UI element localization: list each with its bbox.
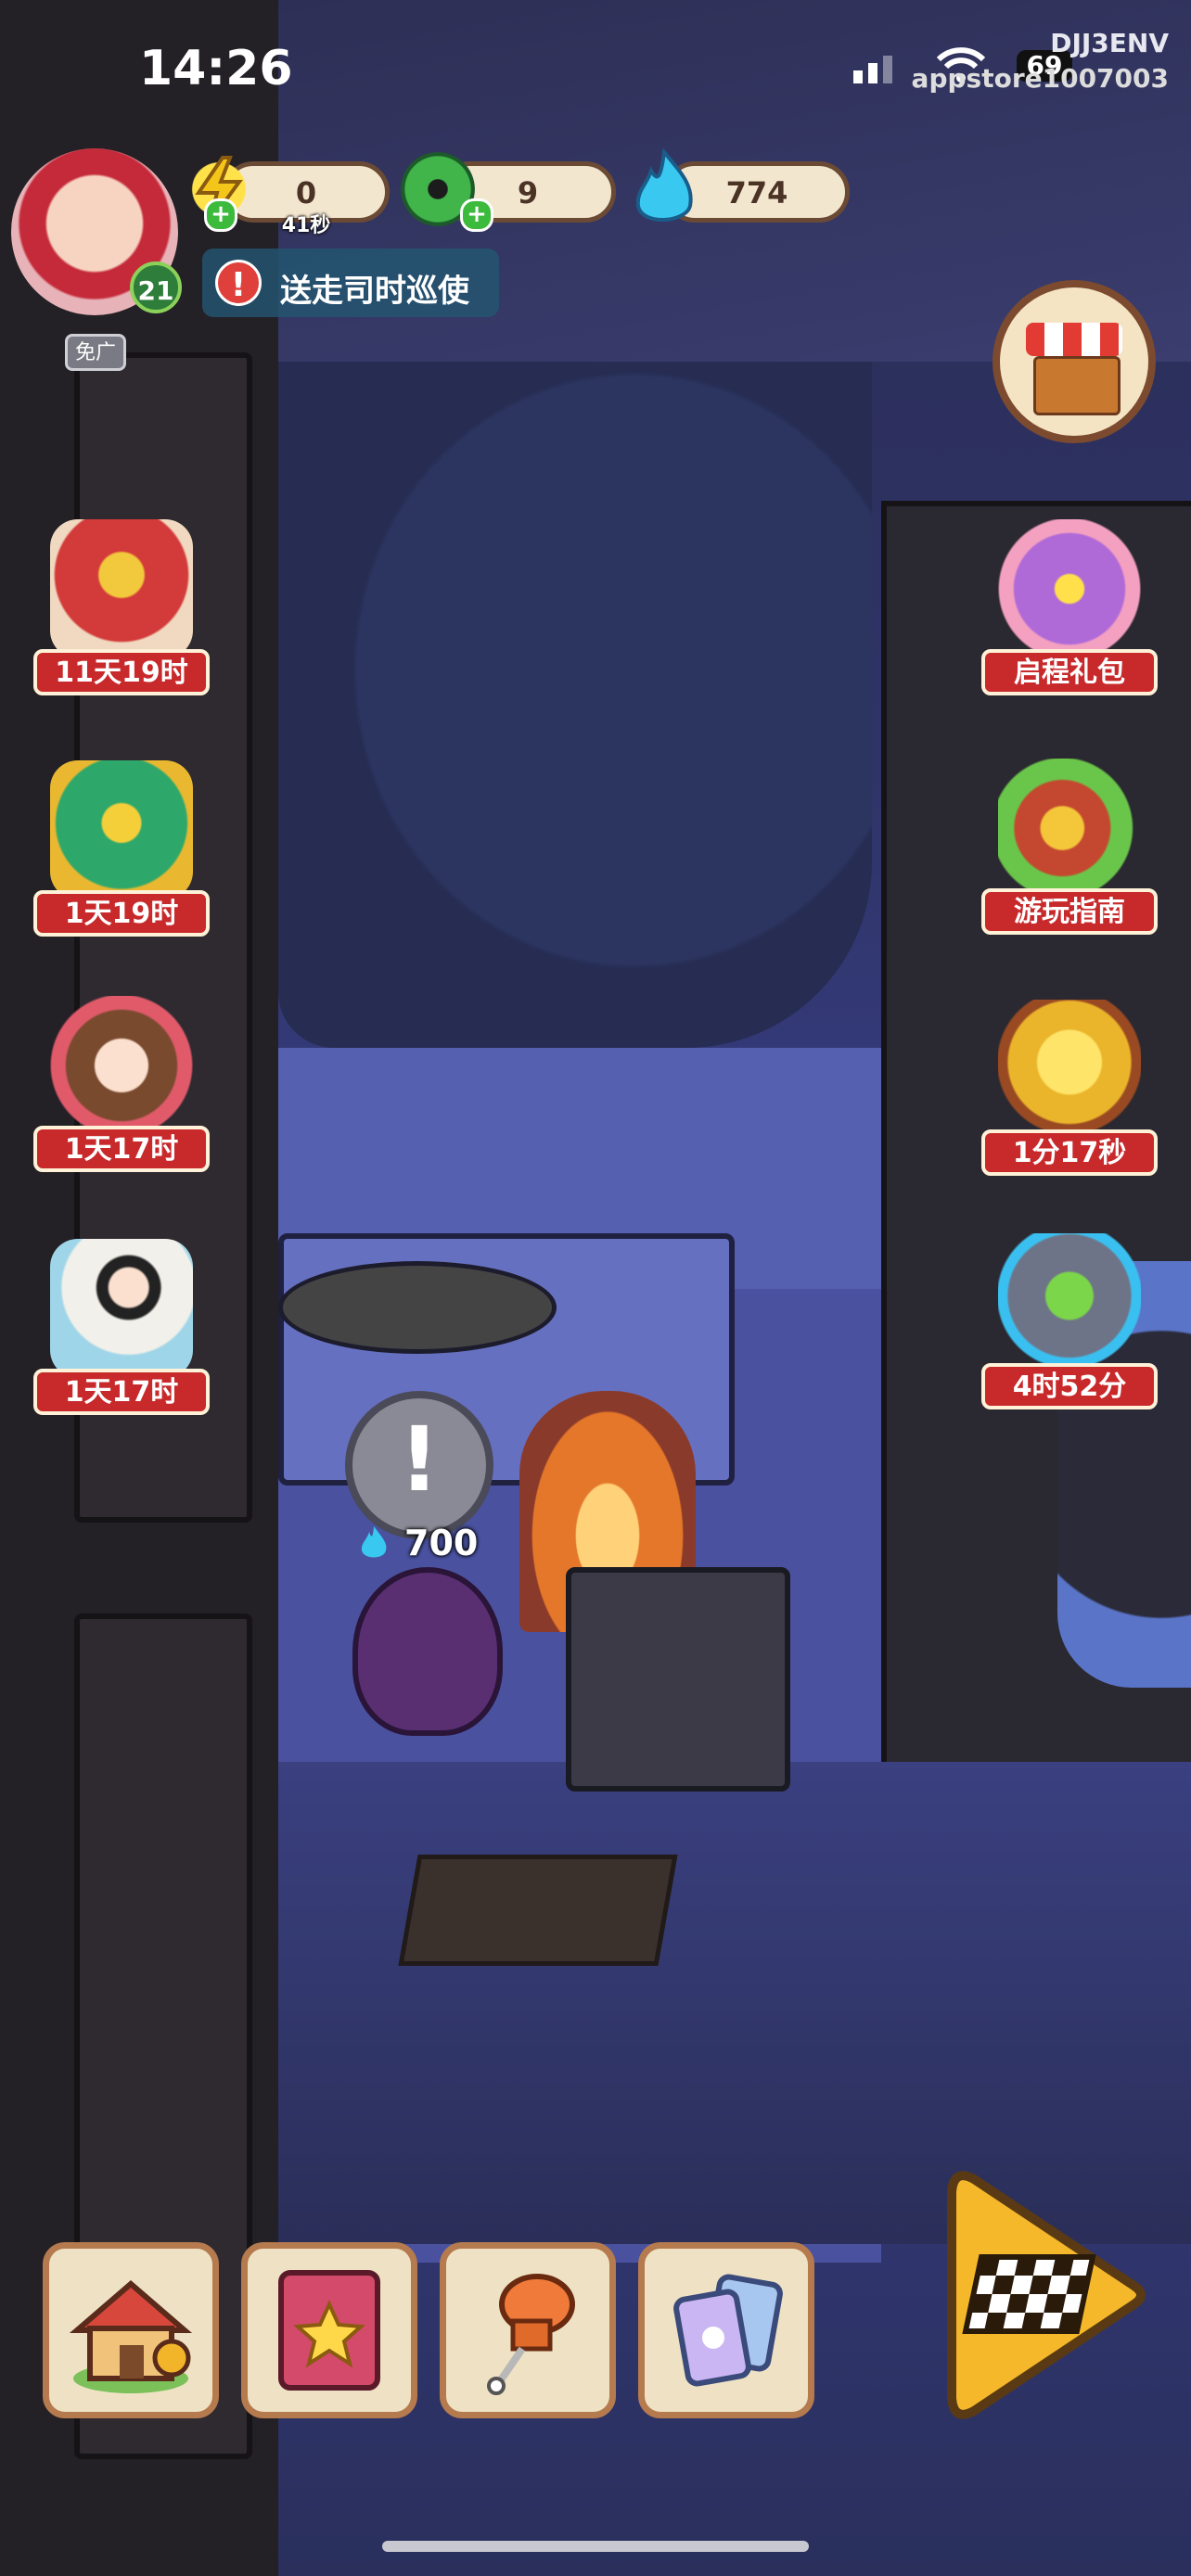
treasure-guide-icon xyxy=(998,759,1141,898)
girl-character-icon xyxy=(50,996,193,1135)
player-level-badge: 21 xyxy=(130,261,182,313)
left-event-3[interactable]: 1天17时 xyxy=(33,996,210,1172)
shop-button[interactable] xyxy=(992,280,1156,443)
floor-grate xyxy=(398,1855,678,1966)
carrier-line2: appstore1007003 xyxy=(911,63,1169,94)
play-board-button[interactable] xyxy=(937,2161,1150,2429)
quest-text: 送走司时巡使 xyxy=(280,273,469,310)
right-event-2[interactable]: 游玩指南 xyxy=(981,759,1158,935)
star-book-icon xyxy=(278,2270,380,2391)
right-event-3[interactable]: 1分17秒 xyxy=(981,1000,1158,1176)
home-button[interactable] xyxy=(43,2242,219,2418)
carrier-line1: DJJ3ENV xyxy=(1050,28,1169,58)
right-event-4[interactable]: 4时52分 xyxy=(981,1233,1158,1409)
orange-pin-icon xyxy=(487,2274,575,2395)
signal-icon xyxy=(853,56,898,83)
left-event-4[interactable]: 1天17时 xyxy=(33,1239,210,1415)
reward-flame-icon xyxy=(358,1524,390,1565)
pin-button[interactable] xyxy=(440,2242,616,2418)
left-event-2-timer: 1天19时 xyxy=(33,890,210,937)
right-event-1-label: 启程礼包 xyxy=(981,649,1158,695)
status-bar: 14:26 69 DJJ3ENV appstore1007003 xyxy=(0,0,1191,139)
teapot xyxy=(352,1567,503,1736)
boy-character-icon xyxy=(50,1239,193,1378)
shop-stall-icon xyxy=(1033,356,1121,415)
left-event-2[interactable]: 1天19时 xyxy=(33,760,210,937)
reward-value: 700 xyxy=(404,1523,479,1563)
right-event-4-timer: 4时52分 xyxy=(981,1363,1158,1409)
quest-banner[interactable]: ! 送走司时巡使 xyxy=(202,249,499,317)
gift-box-icon xyxy=(998,519,1141,658)
gold-chest-icon xyxy=(998,1000,1141,1139)
jade-plus-button[interactable]: + xyxy=(460,198,493,232)
exclamation-icon: ! xyxy=(399,1408,440,1511)
energy-plus-button[interactable]: + xyxy=(204,198,237,232)
book-button[interactable] xyxy=(241,2242,417,2418)
green-plus-orb-icon xyxy=(998,1233,1141,1372)
right-event-3-timer: 1分17秒 xyxy=(981,1129,1158,1176)
alert-icon: ! xyxy=(215,260,262,306)
status-time: 14:26 xyxy=(139,41,293,96)
tree-canopy xyxy=(278,362,872,1048)
house-pin-icon xyxy=(69,2280,193,2393)
left-event-1[interactable]: 11天19时 xyxy=(33,519,210,695)
left-event-4-timer: 1天17时 xyxy=(33,1369,210,1415)
shop-awning-icon xyxy=(1026,323,1122,356)
cards-button[interactable] xyxy=(638,2242,814,2418)
wok-lid xyxy=(278,1261,557,1354)
carrier-info: DJJ3ENV appstore1007003 xyxy=(912,26,1169,96)
left-event-3-timer: 1天17时 xyxy=(33,1126,210,1172)
stool xyxy=(566,1567,790,1792)
right-event-1[interactable]: 启程礼包 xyxy=(981,519,1158,695)
left-event-1-timer: 11天19时 xyxy=(33,649,210,695)
blue-flame-icon xyxy=(627,147,701,223)
reward-bubble[interactable]: ! xyxy=(345,1391,493,1539)
right-event-2-label: 游玩指南 xyxy=(981,888,1158,935)
home-indicator xyxy=(382,2541,809,2552)
cards-icon xyxy=(673,2274,783,2387)
checkered-board-icon xyxy=(947,2171,1146,2419)
red-envelope-gift-icon xyxy=(50,519,193,658)
jade-treasure-chest-icon xyxy=(50,760,193,899)
no-ads-button[interactable]: 免广 xyxy=(65,334,126,371)
